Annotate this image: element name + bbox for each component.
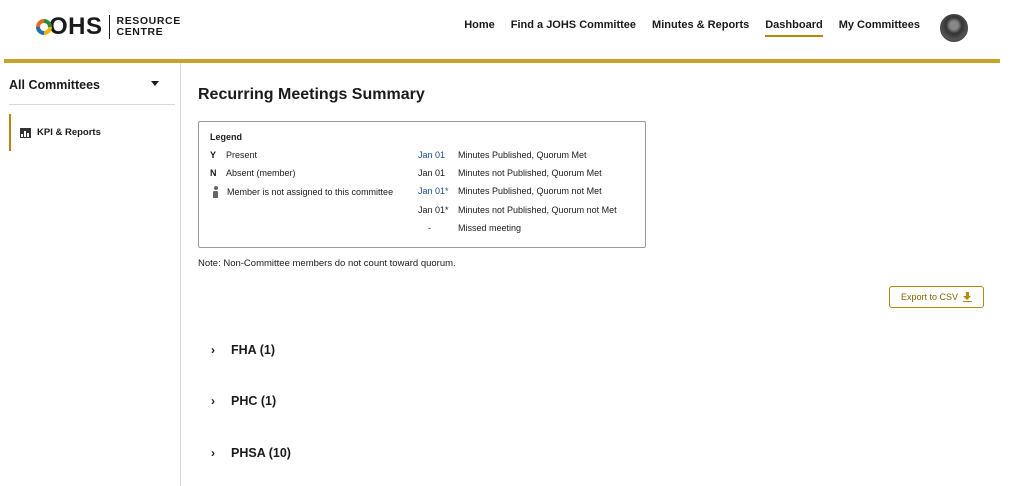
quorum-note: Note: Non-Committee members do not count… — [198, 258, 456, 269]
export-csv-label: Export to CSV — [900, 292, 959, 302]
chevron-right-icon: › — [211, 343, 215, 357]
logo-ring-icon — [36, 19, 52, 35]
chevron-right-icon: › — [211, 394, 215, 408]
nav-my-committees[interactable]: My Committees — [839, 19, 920, 37]
committee-filter-label: All Committees — [9, 78, 100, 92]
legend-text: Missed meeting — [458, 223, 522, 233]
legend-text: Minutes not Published, Quorum Met — [458, 168, 602, 178]
legend-meeting-row: Jan 01* Minutes Published, Quorum not Me… — [418, 186, 602, 196]
committee-group-phc[interactable]: › PHC (1) — [211, 394, 276, 408]
legend-date: Jan 01* — [418, 186, 449, 196]
legend-text: Minutes Published, Quorum Met — [458, 150, 587, 160]
group-label: PHC (1) — [231, 394, 277, 408]
legend-text: Absent (member) — [226, 168, 296, 178]
user-avatar[interactable] — [940, 14, 968, 42]
top-header: OHS RESOURCE CENTRE Home Find a JOHS Com… — [0, 0, 1030, 58]
legend-date: Jan 01 — [418, 168, 446, 178]
legend-text: Minutes not Published, Quorum not Met — [458, 205, 617, 215]
legend-not-assigned: Member is not assigned to this committee — [210, 186, 393, 198]
legend-present: Y Present — [210, 150, 257, 160]
group-label: PHSA (10) — [231, 446, 291, 460]
sidebar-item-kpi-reports[interactable]: KPI & Reports — [9, 114, 180, 151]
page-title: Recurring Meetings Summary — [198, 86, 425, 103]
download-icon — [963, 292, 973, 302]
main-nav: Home Find a JOHS Committee Minutes & Rep… — [448, 19, 920, 37]
group-label: FHA (1) — [231, 343, 275, 357]
legend-date: - — [428, 223, 431, 233]
committee-filter-dropdown[interactable]: All Committees — [9, 76, 175, 105]
legend-key: Y — [210, 150, 217, 160]
legend-meeting-row: - Missed meeting — [428, 223, 521, 233]
legend-title: Legend — [210, 132, 243, 142]
logo-brand: OHS — [49, 13, 103, 40]
sidebar: All Committees KPI & Reports — [0, 63, 181, 486]
committee-group-fha[interactable]: › FHA (1) — [211, 343, 275, 357]
chevron-right-icon: › — [211, 446, 215, 460]
legend-box: Legend Y Present N Absent (member) Membe… — [198, 121, 646, 248]
legend-text: Minutes Published, Quorum not Met — [458, 186, 602, 196]
legend-absent: N Absent (member) — [210, 168, 296, 178]
export-csv-button[interactable]: Export to CSV — [889, 286, 984, 308]
legend-meeting-row: Jan 01 Minutes Published, Quorum Met — [418, 150, 587, 160]
legend-text: Member is not assigned to this committee — [227, 187, 394, 197]
legend-meeting-row: Jan 01* Minutes not Published, Quorum no… — [418, 205, 617, 215]
legend-key: N — [210, 168, 217, 178]
caret-down-icon — [151, 81, 159, 86]
legend-date: Jan 01* — [418, 205, 449, 215]
legend-date: Jan 01 — [418, 150, 446, 160]
person-icon — [210, 186, 221, 198]
ohs-logo[interactable]: OHS RESOURCE CENTRE — [36, 12, 181, 42]
nav-home[interactable]: Home — [464, 19, 495, 37]
legend-meeting-row: Jan 01 Minutes not Published, Quorum Met — [418, 168, 602, 178]
legend-text: Present — [226, 150, 258, 160]
sidebar-item-label: KPI & Reports — [37, 127, 101, 138]
logo-line-2: CENTRE — [116, 26, 164, 38]
committee-group-phsa[interactable]: › PHSA (10) — [211, 446, 291, 460]
bar-chart-icon — [20, 127, 31, 138]
logo-divider — [108, 15, 110, 39]
nav-minutes-reports[interactable]: Minutes & Reports — [652, 19, 749, 37]
nav-dashboard[interactable]: Dashboard — [765, 19, 823, 37]
nav-find-committee[interactable]: Find a JOHS Committee — [511, 19, 636, 37]
logo-text: RESOURCE CENTRE — [117, 16, 181, 38]
